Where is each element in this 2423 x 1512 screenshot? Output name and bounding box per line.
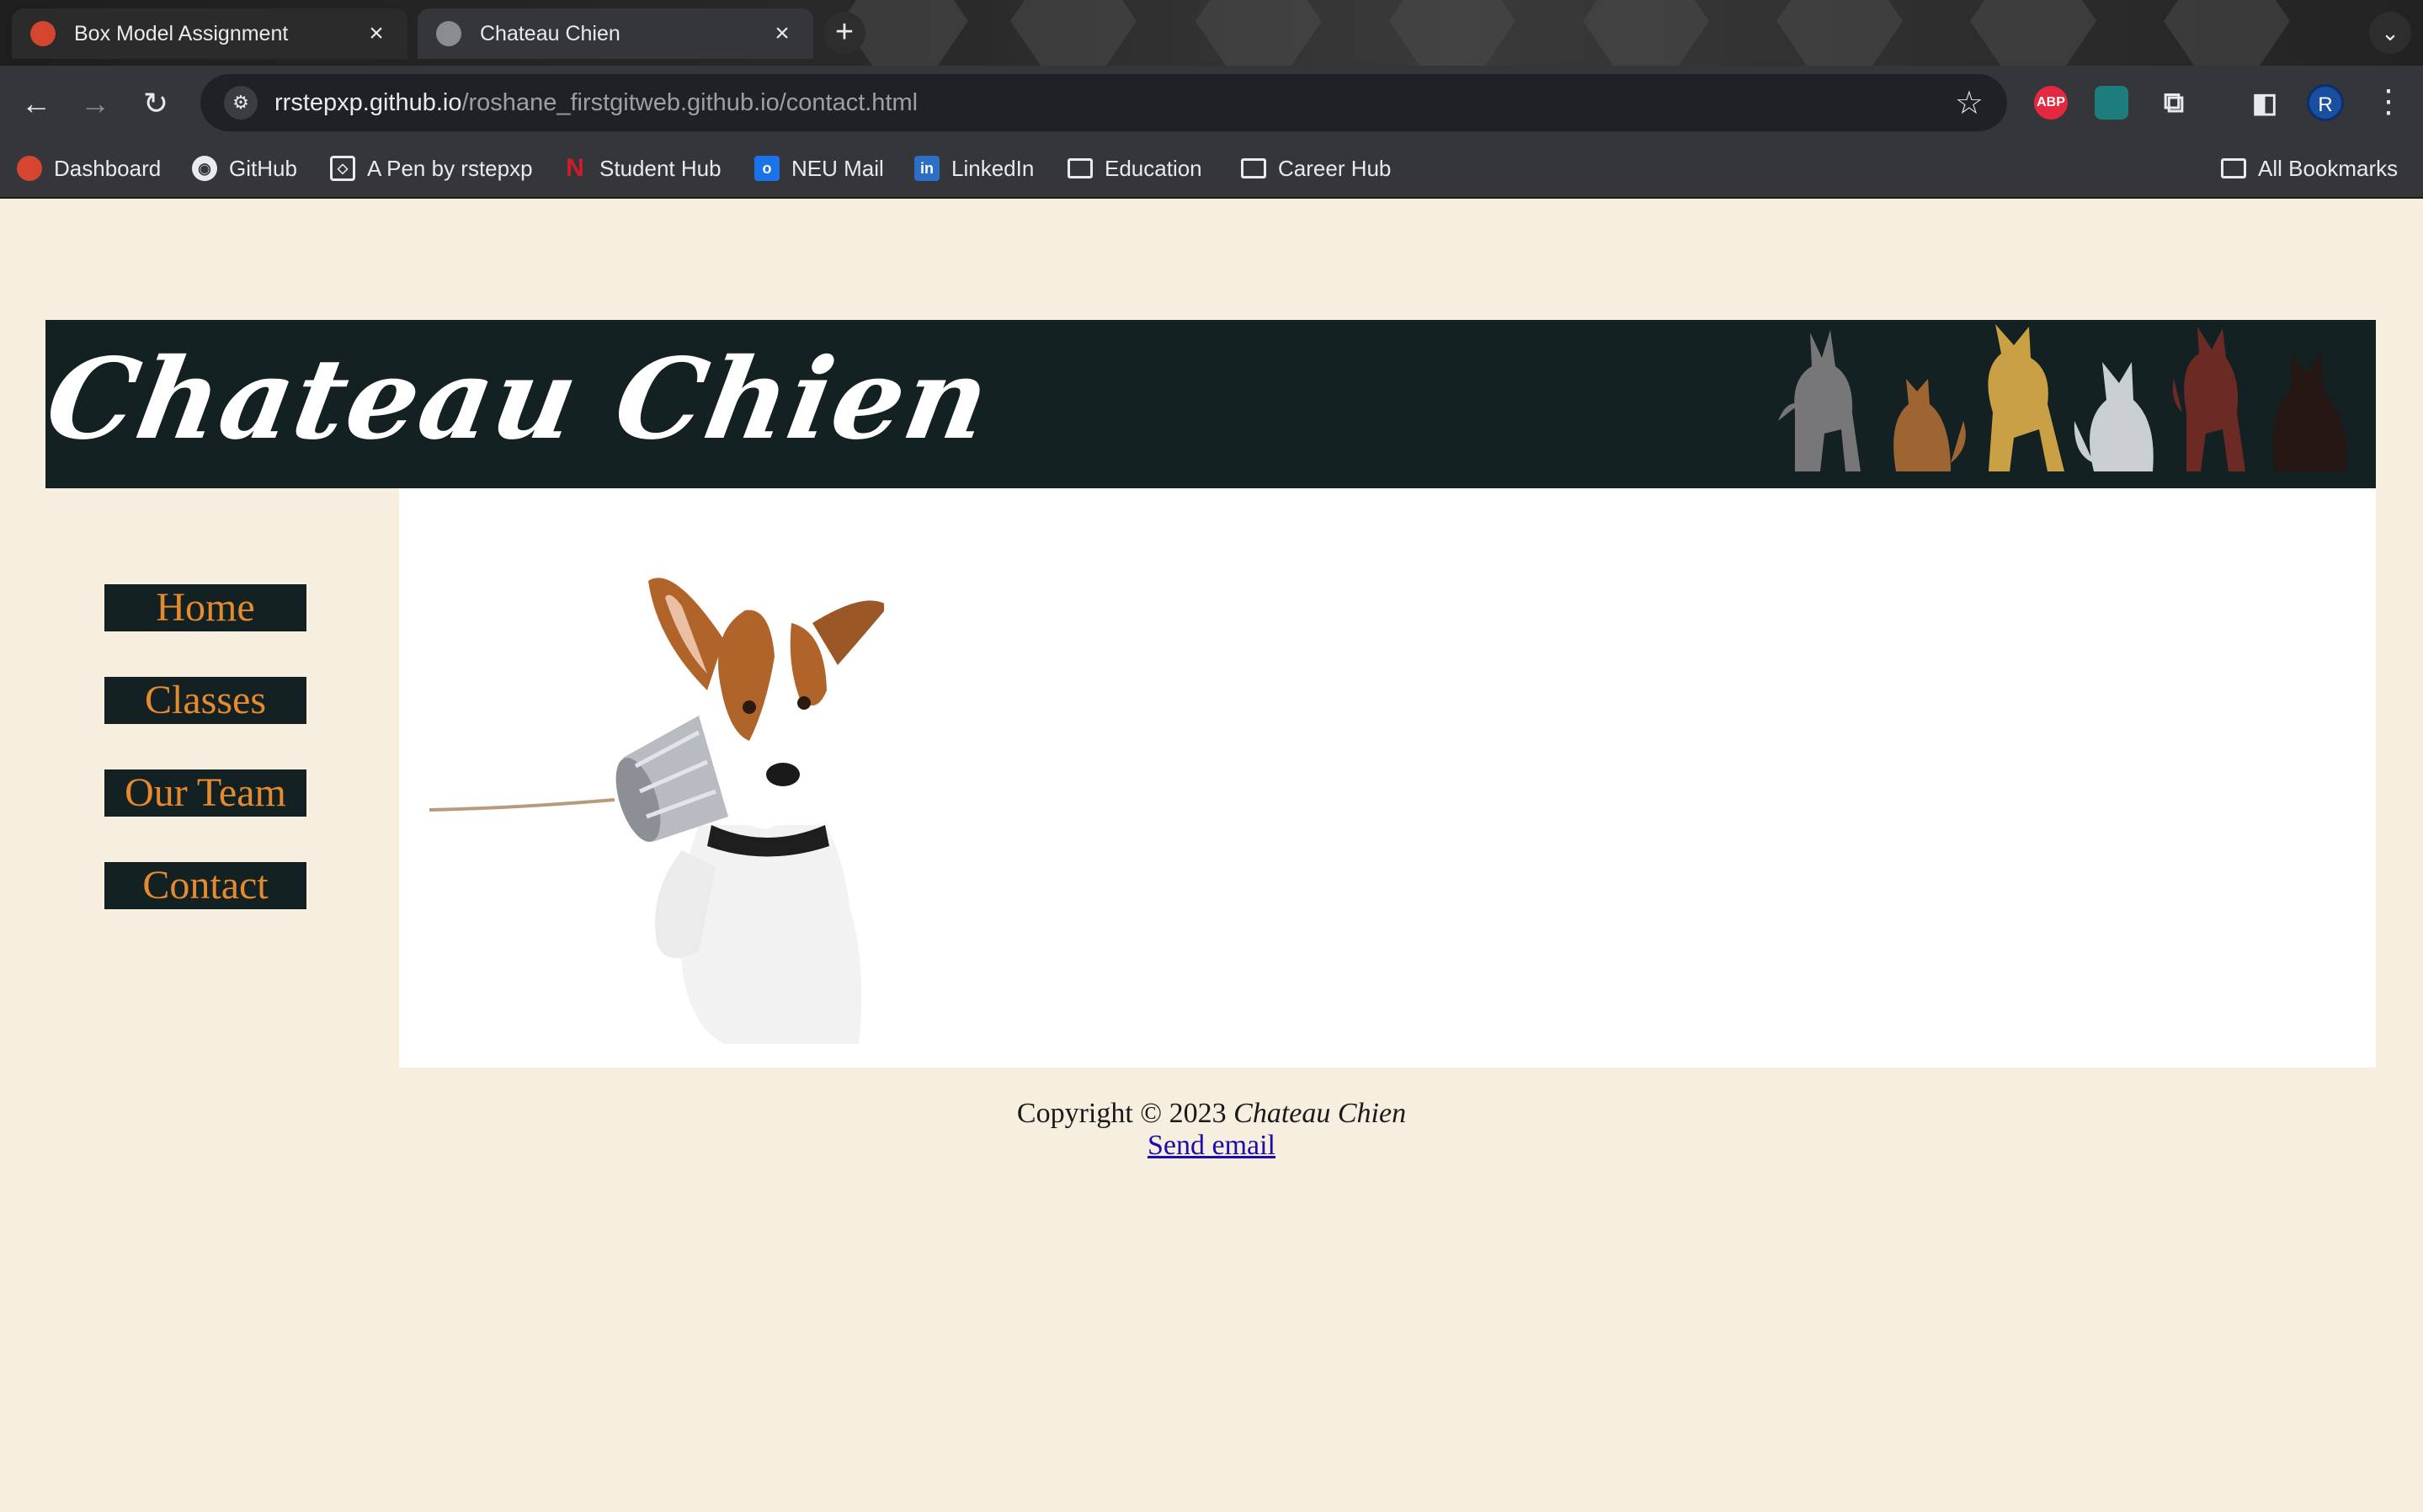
forward-arrow-icon[interactable]: → (74, 83, 116, 125)
bookmark-education[interactable]: Education (1068, 152, 1202, 185)
codepen-icon: ◇ (330, 156, 355, 181)
url-text[interactable]: rrstepxp.github.io/roshane_firstgitweb.g… (274, 89, 1955, 117)
theme-decoration (2164, 0, 2290, 66)
bookmark-codepen[interactable]: ◇ A Pen by rstepxp (330, 152, 533, 185)
sidebar-nav: Home Classes Our Team Contact (45, 488, 399, 1067)
address-bar[interactable]: ⚙ rrstepxp.github.io/roshane_firstgitweb… (200, 74, 2007, 131)
bookmark-star-icon[interactable]: ☆ (1955, 84, 1984, 122)
adblock-plus-icon[interactable]: ABP (2034, 86, 2068, 120)
bookmark-github[interactable]: ◉ GitHub (192, 152, 297, 185)
folder-icon (1068, 158, 1093, 178)
close-icon[interactable]: × (364, 19, 389, 48)
back-arrow-icon[interactable]: ← (15, 83, 57, 125)
menu-kebab-icon[interactable]: ⋮ (2372, 83, 2404, 125)
bookmarks-bar: Dashboard ◉ GitHub ◇ A Pen by rstepxp N … (0, 140, 2423, 199)
browser-tab-strip: Box Model Assignment × Chateau Chien × +… (0, 0, 2423, 66)
tab-box-model-assignment[interactable]: Box Model Assignment × (12, 8, 407, 59)
nav-link-classes[interactable]: Classes (104, 677, 306, 724)
bookmark-linkedin[interactable]: in LinkedIn (914, 152, 1034, 185)
chevron-down-icon[interactable]: ⌄ (2369, 12, 2411, 54)
tab-title: Chateau Chien (480, 21, 620, 45)
theme-decoration (1389, 0, 1515, 66)
bookmark-neu-mail[interactable]: o NEU Mail (754, 152, 884, 185)
page-viewport: Chateau Chien Home Classes Our Team Cont… (0, 199, 2423, 1512)
browser-toolbar: ← → ↻ ⚙ rrstepxp.github.io/roshane_first… (0, 66, 2423, 140)
tab-chateau-chien[interactable]: Chateau Chien × (418, 8, 813, 59)
outlook-icon: o (754, 156, 780, 181)
site-header: Chateau Chien (45, 320, 2376, 488)
dog-with-tin-can-phone-image (429, 578, 884, 1044)
folder-icon (2221, 158, 2246, 178)
send-email-link[interactable]: Send email (1148, 1130, 1275, 1161)
folder-icon (1241, 158, 1266, 178)
all-bookmarks[interactable]: All Bookmarks (2221, 152, 2398, 185)
profile-avatar[interactable]: R (2307, 84, 2344, 121)
canvas-icon (17, 156, 42, 181)
github-icon: ◉ (192, 156, 217, 181)
amazon-assistant-icon[interactable] (2095, 86, 2128, 120)
linkedin-icon: in (914, 156, 940, 181)
theme-decoration (1196, 0, 1322, 66)
nav-link-our-team[interactable]: Our Team (104, 769, 306, 817)
reload-icon[interactable]: ↻ (135, 83, 177, 125)
site-footer: Copyright © 2023 Chateau Chien Send emai… (0, 1098, 2423, 1162)
theme-decoration (1010, 0, 1137, 66)
northeastern-icon: N (566, 154, 584, 182)
close-icon[interactable]: × (770, 19, 795, 48)
site-info-icon[interactable]: ⚙ (224, 86, 258, 120)
canvas-icon (30, 21, 56, 46)
nav-link-contact[interactable]: Contact (104, 862, 306, 909)
theme-decoration (1583, 0, 1709, 66)
site-logo-text: Chateau Chien (45, 334, 1000, 465)
copyright-line: Copyright © 2023 Chateau Chien (0, 1098, 2423, 1130)
side-panel-icon[interactable]: ◧ (2248, 86, 2282, 120)
animal-silhouettes-image (1778, 324, 2347, 471)
copyright-brand: Chateau Chien (1233, 1098, 1407, 1129)
copyright-text: Copyright © 2023 (1016, 1098, 1227, 1129)
main-content (399, 488, 2376, 1067)
theme-decoration (1970, 0, 2096, 66)
extensions-puzzle-icon[interactable]: ⧉ (2157, 86, 2191, 120)
bookmark-career-hub[interactable]: Career Hub (1241, 152, 1391, 185)
bookmark-dashboard[interactable]: Dashboard (17, 152, 161, 185)
bookmark-student-hub[interactable]: N Student Hub (562, 152, 721, 185)
nav-link-home[interactable]: Home (104, 584, 306, 631)
globe-icon (436, 21, 461, 46)
tab-title: Box Model Assignment (74, 21, 289, 45)
new-tab-button[interactable]: + (823, 12, 865, 54)
theme-decoration (1776, 0, 1903, 66)
